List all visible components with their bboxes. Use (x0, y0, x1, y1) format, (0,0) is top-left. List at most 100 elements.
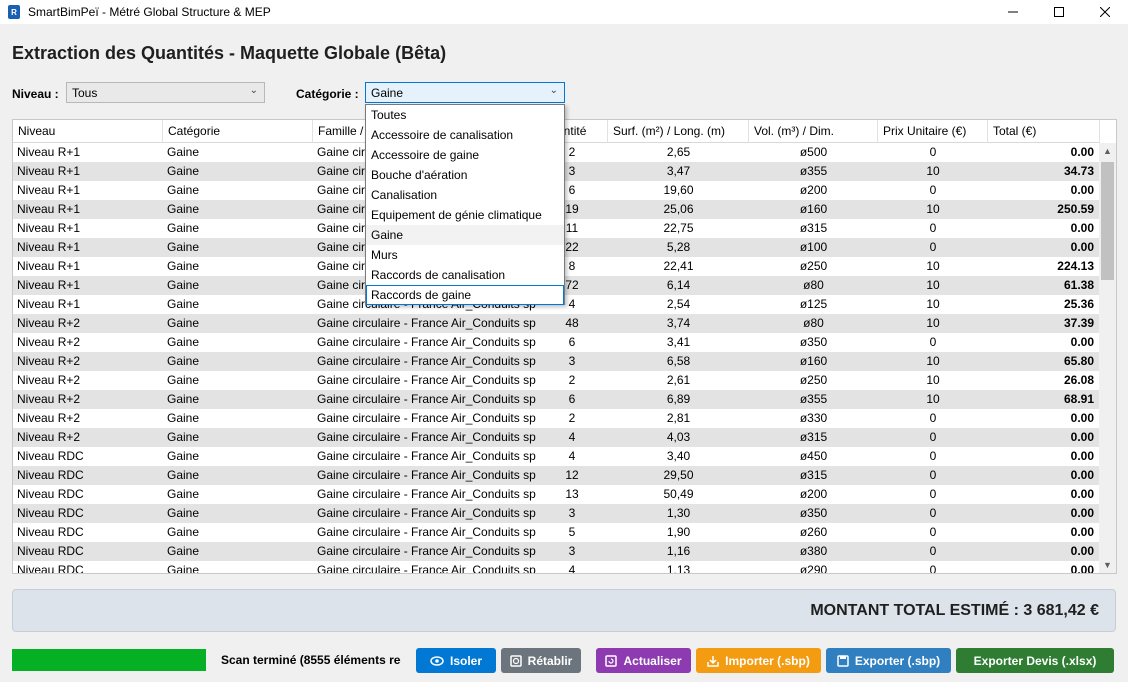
table-row[interactable]: Niveau RDC Gaine Gaine circulaire - France… (13, 466, 1100, 485)
maximize-button[interactable] (1036, 0, 1082, 24)
export-devis-button[interactable]: Exporter Devis (.xlsx) (956, 648, 1114, 673)
table-cell: Gaine (167, 525, 200, 539)
maximize-icon (1054, 7, 1064, 17)
dropdown-option[interactable]: Accessoire de gaine (366, 145, 564, 165)
table-cell: ø260 (799, 525, 828, 539)
table-cell: Niveau R+1 (17, 202, 81, 216)
table-cell: Gaine circulaire - France Air_Conduits s… (317, 544, 536, 558)
app-logo-icon: R (8, 5, 20, 19)
table-row[interactable]: Niveau R+2 Gaine Gaine circulaire - France… (13, 371, 1100, 390)
table-cell: 29,50 (663, 468, 694, 482)
table-cell: 10 (926, 373, 940, 387)
table-cell: 6,14 (666, 278, 691, 292)
dropdown-option[interactable]: Raccords de canalisation (366, 265, 564, 285)
table-cell: 5,28 (666, 240, 691, 254)
table-cell: ø200 (799, 183, 828, 197)
table-cell: Niveau R+1 (17, 278, 81, 292)
table-row[interactable]: Niveau RDC Gaine Gaine circulaire - France… (13, 523, 1100, 542)
table-row[interactable]: Niveau R+2 Gaine Gaine circulaire - France… (13, 333, 1100, 352)
table-row[interactable]: Niveau RDC Gaine Gaine circulaire - France… (13, 447, 1100, 466)
table-row[interactable]: Niveau RDC Gaine Gaine circulaire - France… (13, 485, 1100, 504)
dropdown-option[interactable]: Murs (366, 245, 564, 265)
table-cell: ø250 (799, 259, 828, 273)
table-row[interactable]: Niveau RDC Gaine Gaine circulaire - France… (13, 504, 1100, 523)
table-row[interactable]: Niveau R+2 Gaine Gaine circulaire - France… (13, 390, 1100, 409)
table-cell: ø500 (799, 145, 828, 159)
column-header[interactable]: Surf. (m²) / Long. (m) (608, 120, 749, 143)
chevron-down-icon: ⌄ (249, 85, 258, 96)
dropdown-option-focused[interactable]: Raccords de gaine (366, 285, 564, 305)
dropdown-option-selected[interactable]: Gaine (366, 225, 564, 245)
scroll-up-icon[interactable]: ▲ (1099, 143, 1116, 160)
column-header[interactable]: Niveau (13, 120, 163, 143)
table-cell: 4 (568, 430, 576, 444)
table-cell: ø355 (799, 392, 828, 406)
table-cell: 2 (568, 411, 576, 425)
vertical-scrollbar[interactable]: ▲ ▼ (1099, 143, 1116, 573)
table-row[interactable]: Niveau R+2 Gaine Gaine circulaire - France… (13, 352, 1100, 371)
minimize-icon (1008, 11, 1018, 13)
table-row[interactable]: Niveau R+2 Gaine Gaine circulaire - France… (13, 314, 1100, 333)
niveau-select[interactable]: Tous ⌄ (66, 82, 265, 103)
refresh-button[interactable]: Actualiser (596, 648, 691, 673)
table-cell: 10 (926, 354, 940, 368)
table-cell: Niveau R+2 (17, 335, 81, 349)
close-button[interactable] (1082, 0, 1128, 24)
table-cell: 48 (565, 316, 579, 330)
table-row[interactable]: Niveau R+2 Gaine Gaine circulaire - France… (13, 428, 1100, 447)
table-cell: Gaine (167, 563, 200, 574)
dropdown-option[interactable]: Accessoire de canalisation (366, 125, 564, 145)
categorie-select[interactable]: Gaine ⌄ (365, 82, 565, 103)
import-button[interactable]: Importer (.sbp) (696, 648, 821, 673)
table-cell: Niveau R+1 (17, 221, 81, 235)
table-row[interactable]: Niveau RDC Gaine Gaine circulaire - France… (13, 542, 1100, 561)
table-cell: Niveau R+2 (17, 316, 81, 330)
table-cell: Niveau RDC (17, 563, 84, 574)
table-cell: Gaine circulaire - France Air_Conduits s… (317, 487, 536, 501)
table-cell: 0.00 (1070, 411, 1094, 425)
table-cell: 1,30 (666, 506, 691, 520)
column-header[interactable]: Catégorie (163, 120, 313, 143)
scroll-down-icon[interactable]: ▼ (1099, 557, 1116, 573)
table-cell: Niveau R+1 (17, 240, 81, 254)
eye-icon (430, 655, 444, 666)
table-cell: Gaine (167, 145, 200, 159)
table-cell: Niveau R+1 (17, 297, 81, 311)
table-cell: Niveau RDC (17, 449, 84, 463)
dropdown-option[interactable]: Equipement de génie climatique (366, 205, 564, 225)
table-row[interactable]: Niveau R+2 Gaine Gaine circulaire - France… (13, 409, 1100, 428)
niveau-select-value: Tous (72, 85, 98, 100)
table-cell: 0 (929, 183, 937, 197)
table-cell: 22,41 (663, 259, 694, 273)
column-header[interactable]: Vol. (m³) / Dim. (749, 120, 878, 143)
restore-button[interactable]: Rétablir (501, 648, 581, 673)
column-header[interactable]: Total (€) (988, 120, 1100, 143)
table-cell: Niveau R+2 (17, 354, 81, 368)
table-cell: ø80 (803, 316, 824, 330)
table-cell: 4,03 (666, 430, 691, 444)
dropdown-option[interactable]: Canalisation (366, 185, 564, 205)
table-cell: 224.13 (1057, 259, 1094, 273)
table-cell: 65.80 (1063, 354, 1094, 368)
isolate-button[interactable]: Isoler (416, 648, 496, 673)
table-cell: Gaine (167, 316, 200, 330)
table-row[interactable]: Niveau RDC Gaine Gaine circulaire - France… (13, 561, 1100, 574)
dropdown-option[interactable]: Bouche d'aération (366, 165, 564, 185)
table-cell: Gaine (167, 259, 200, 273)
table-cell: 6 (568, 392, 576, 406)
column-header[interactable]: Prix Unitaire (€) (878, 120, 988, 143)
table-cell: 250.59 (1057, 202, 1094, 216)
table-cell: Gaine (167, 468, 200, 482)
table-cell: 1,90 (666, 525, 691, 539)
dropdown-option[interactable]: Toutes (366, 105, 564, 125)
table-cell: 13 (565, 487, 579, 501)
restore-button-label: Rétablir (527, 653, 573, 668)
scroll-thumb[interactable] (1101, 162, 1114, 280)
export-sbp-button[interactable]: Exporter (.sbp) (826, 648, 951, 673)
table-cell: Gaine (167, 221, 200, 235)
table-cell: 5 (568, 525, 576, 539)
export-sbp-button-label: Exporter (.sbp) (854, 653, 941, 668)
window-titlebar: R SmartBimPeï - Métré Global Structure &… (0, 0, 1128, 24)
minimize-button[interactable] (990, 0, 1036, 24)
table-cell: 10 (926, 278, 940, 292)
